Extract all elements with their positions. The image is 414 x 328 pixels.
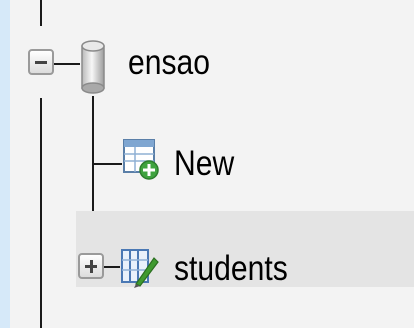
tree-line xyxy=(102,266,120,268)
tree-line xyxy=(40,0,42,26)
collapse-icon[interactable] xyxy=(28,49,54,75)
tree-line xyxy=(92,163,122,165)
table-students-link[interactable]: students xyxy=(174,251,288,286)
new-table-icon[interactable] xyxy=(122,138,162,180)
tree-line xyxy=(52,63,80,65)
new-table-link[interactable]: New xyxy=(174,146,234,181)
expand-icon[interactable] xyxy=(78,253,104,279)
table-edit-icon[interactable] xyxy=(120,246,160,288)
tree-line xyxy=(40,98,42,328)
navigation-frame: ensao New students xyxy=(0,0,414,328)
navigation-tree: ensao New students xyxy=(10,0,414,328)
database-name[interactable]: ensao xyxy=(128,45,210,80)
database-icon xyxy=(81,40,105,94)
